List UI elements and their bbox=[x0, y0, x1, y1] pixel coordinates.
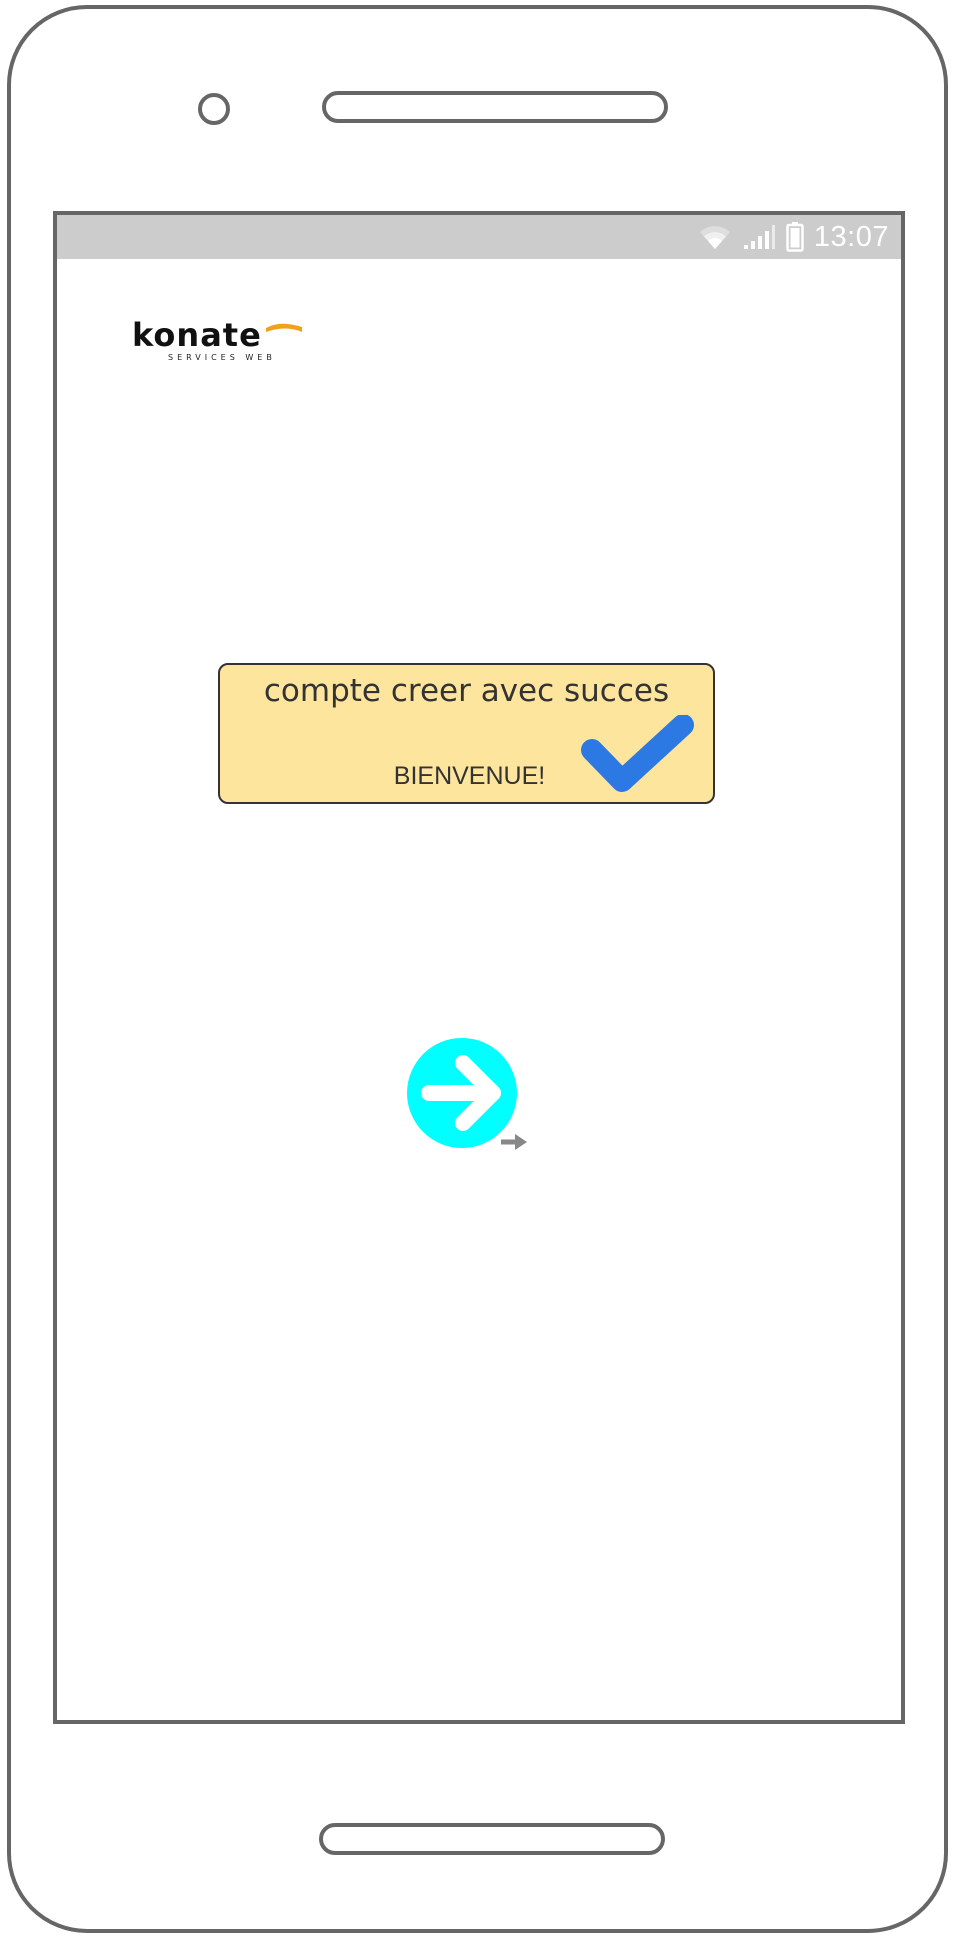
alert-subtitle: BIENVENUE! bbox=[393, 762, 546, 790]
signal-icon bbox=[742, 223, 776, 251]
status-icons: 13:07 bbox=[698, 215, 889, 259]
camera-icon bbox=[198, 93, 230, 125]
success-alert: compte creer avec succes BIENVENUE! bbox=[218, 663, 715, 804]
battery-icon bbox=[786, 222, 804, 252]
logo-swoosh bbox=[266, 323, 302, 332]
alert-title: compte creer avec succes bbox=[263, 673, 670, 709]
logo-wordmark: konate bbox=[132, 316, 262, 354]
wifi-icon bbox=[698, 223, 732, 251]
phone-screen: 13:07 konate SERVICES WEB compte creer a… bbox=[53, 211, 905, 1724]
logo-tagline: SERVICES WEB bbox=[168, 353, 276, 362]
checkmark-icon bbox=[581, 715, 694, 792]
speaker-grille bbox=[322, 91, 668, 123]
link-arrow-icon bbox=[501, 1134, 527, 1150]
status-bar: 13:07 bbox=[57, 215, 901, 259]
status-time: 13:07 bbox=[813, 220, 889, 253]
konate-logo: konate SERVICES WEB bbox=[132, 315, 312, 365]
home-button[interactable] bbox=[319, 1823, 665, 1855]
